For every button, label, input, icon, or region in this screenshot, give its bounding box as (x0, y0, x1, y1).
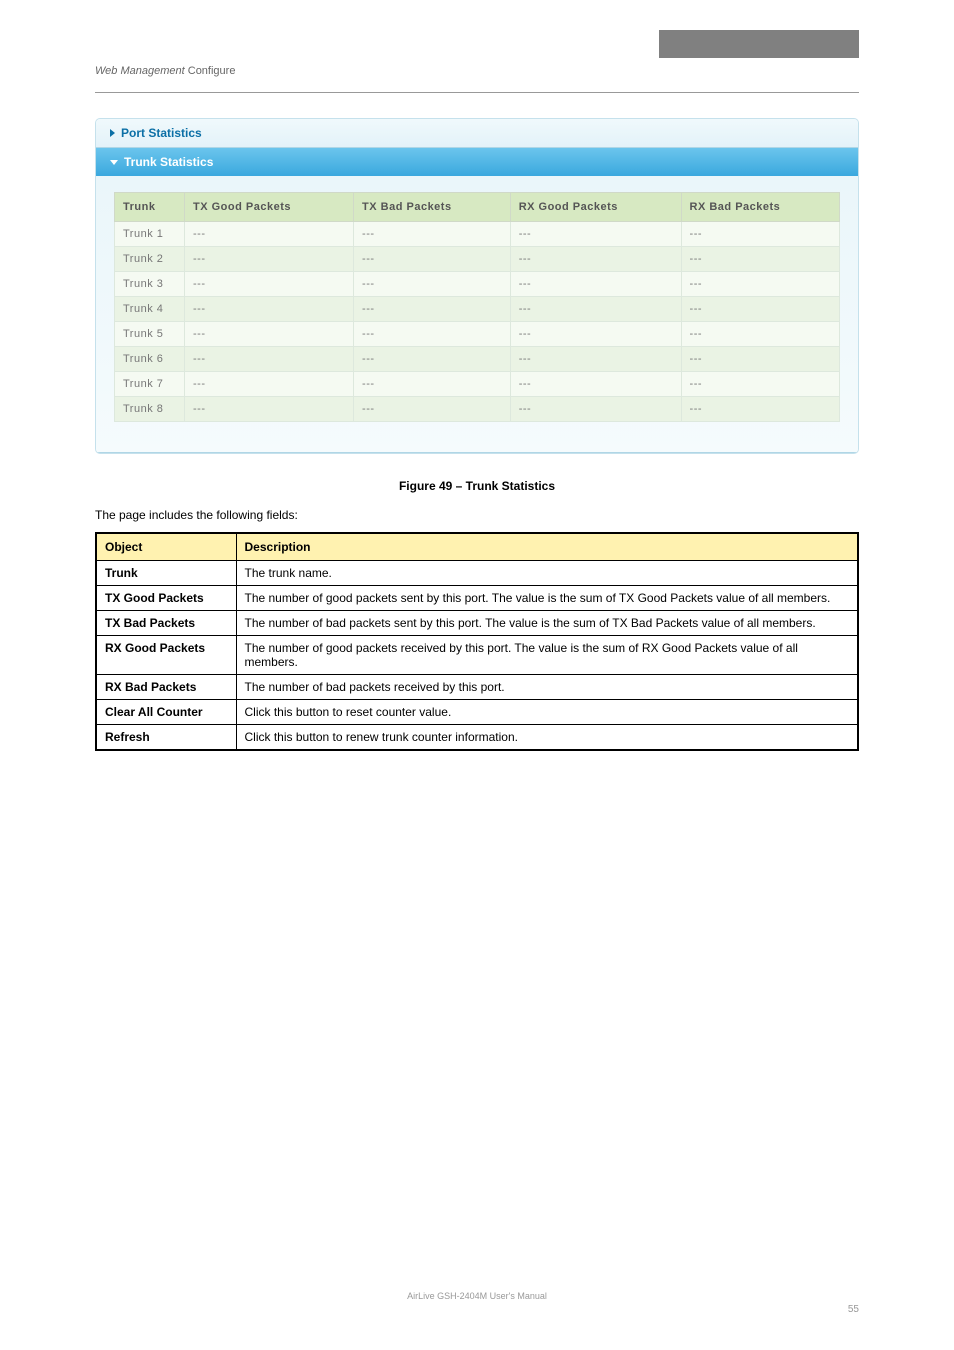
table-row: Trunk 8------------ (115, 397, 840, 422)
trunk-statistics-label: Trunk Statistics (124, 155, 213, 169)
object-label: Clear All Counter (96, 700, 236, 725)
object-label: RX Good Packets (96, 636, 236, 675)
col-header-description: Description (236, 533, 858, 561)
object-description-table: Object Description TrunkThe trunk name.T… (95, 532, 859, 751)
table-cell: Trunk 6 (115, 347, 185, 372)
object-description: The trunk name. (236, 561, 858, 586)
table-cell: Trunk 2 (115, 247, 185, 272)
col-header-tx-good: TX Good Packets (185, 193, 354, 222)
statistics-panel: Port Statistics Trunk Statistics Trunk T… (95, 118, 859, 454)
table-cell: --- (354, 397, 511, 422)
table-cell: --- (681, 272, 839, 297)
table-row: Trunk 5------------ (115, 322, 840, 347)
table-cell: --- (354, 372, 511, 397)
table-row: Trunk 1------------ (115, 222, 840, 247)
table-row: RX Good PacketsThe number of good packet… (96, 636, 858, 675)
object-description: The number of bad packets sent by this p… (236, 611, 858, 636)
object-description: Click this button to reset counter value… (236, 700, 858, 725)
table-cell: --- (185, 297, 354, 322)
page-breadcrumb: Web Management Configure (95, 30, 235, 77)
table-cell: Trunk 3 (115, 272, 185, 297)
table-cell: Trunk 5 (115, 322, 185, 347)
table-row: Trunk 2------------ (115, 247, 840, 272)
table-row: TX Bad PacketsThe number of bad packets … (96, 611, 858, 636)
table-cell: --- (510, 297, 681, 322)
col-header-trunk: Trunk (115, 193, 185, 222)
chapter-prefix: Web Management (95, 65, 185, 77)
object-description: Click this button to renew trunk counter… (236, 725, 858, 751)
table-cell: --- (510, 247, 681, 272)
col-header-rx-bad: RX Bad Packets (681, 193, 839, 222)
table-row: Trunk 6------------ (115, 347, 840, 372)
object-label: TX Good Packets (96, 586, 236, 611)
table-cell: --- (354, 347, 511, 372)
table-row: Trunk 7------------ (115, 372, 840, 397)
header-divider (95, 92, 859, 93)
table-cell: --- (354, 247, 511, 272)
object-label: Refresh (96, 725, 236, 751)
table-cell: --- (510, 322, 681, 347)
table-cell: --- (354, 222, 511, 247)
table-row: Trunk 4------------ (115, 297, 840, 322)
table-cell: Trunk 8 (115, 397, 185, 422)
table-cell: --- (185, 322, 354, 347)
table-cell: --- (185, 372, 354, 397)
table-cell: --- (510, 347, 681, 372)
logo-placeholder (659, 30, 859, 58)
table-row: TrunkThe trunk name. (96, 561, 858, 586)
table-row: RX Bad PacketsThe number of bad packets … (96, 675, 858, 700)
table-cell: Trunk 4 (115, 297, 185, 322)
footer-page-number: 55 (95, 1304, 859, 1315)
trunk-statistics-header[interactable]: Trunk Statistics (96, 148, 858, 176)
object-description: The number of good packets received by t… (236, 636, 858, 675)
table-cell: --- (681, 397, 839, 422)
table-cell: --- (510, 222, 681, 247)
figure-caption: Figure 49 – Trunk Statistics (0, 479, 954, 493)
table-cell: --- (185, 222, 354, 247)
table-row: Clear All CounterClick this button to re… (96, 700, 858, 725)
object-label: Trunk (96, 561, 236, 586)
chevron-down-icon (110, 160, 118, 165)
table-cell: --- (185, 272, 354, 297)
page-footer: AirLive GSH-2404M User's Manual 55 (0, 1291, 954, 1345)
table-cell: Trunk 1 (115, 222, 185, 247)
object-description: The number of good packets sent by this … (236, 586, 858, 611)
col-header-rx-good: RX Good Packets (510, 193, 681, 222)
table-cell: --- (681, 372, 839, 397)
table-cell: --- (681, 322, 839, 347)
table-cell: --- (185, 247, 354, 272)
table-cell: --- (510, 272, 681, 297)
footer-text: AirLive GSH-2404M User's Manual (95, 1291, 859, 1301)
table-row: RefreshClick this button to renew trunk … (96, 725, 858, 751)
table-row: TX Good PacketsThe number of good packet… (96, 586, 858, 611)
col-header-object: Object (96, 533, 236, 561)
table-cell: --- (354, 272, 511, 297)
table-cell: --- (510, 397, 681, 422)
table-cell: --- (681, 247, 839, 272)
table-cell: --- (510, 372, 681, 397)
table-cell: --- (185, 347, 354, 372)
table-cell: --- (681, 347, 839, 372)
port-statistics-header[interactable]: Port Statistics (96, 119, 858, 147)
object-label: TX Bad Packets (96, 611, 236, 636)
table-row: Trunk 3------------ (115, 272, 840, 297)
table-cell: --- (354, 322, 511, 347)
intro-text: The page includes the following fields: (95, 508, 859, 522)
table-cell: --- (681, 297, 839, 322)
table-cell: --- (185, 397, 354, 422)
col-header-tx-bad: TX Bad Packets (354, 193, 511, 222)
chevron-right-icon (110, 129, 115, 137)
object-description: The number of bad packets received by th… (236, 675, 858, 700)
chapter-title: Configure (188, 65, 236, 77)
trunk-statistics-table: Trunk TX Good Packets TX Bad Packets RX … (114, 192, 840, 422)
table-cell: --- (354, 297, 511, 322)
table-cell: Trunk 7 (115, 372, 185, 397)
object-label: RX Bad Packets (96, 675, 236, 700)
port-statistics-label: Port Statistics (121, 126, 202, 140)
table-cell: --- (681, 222, 839, 247)
